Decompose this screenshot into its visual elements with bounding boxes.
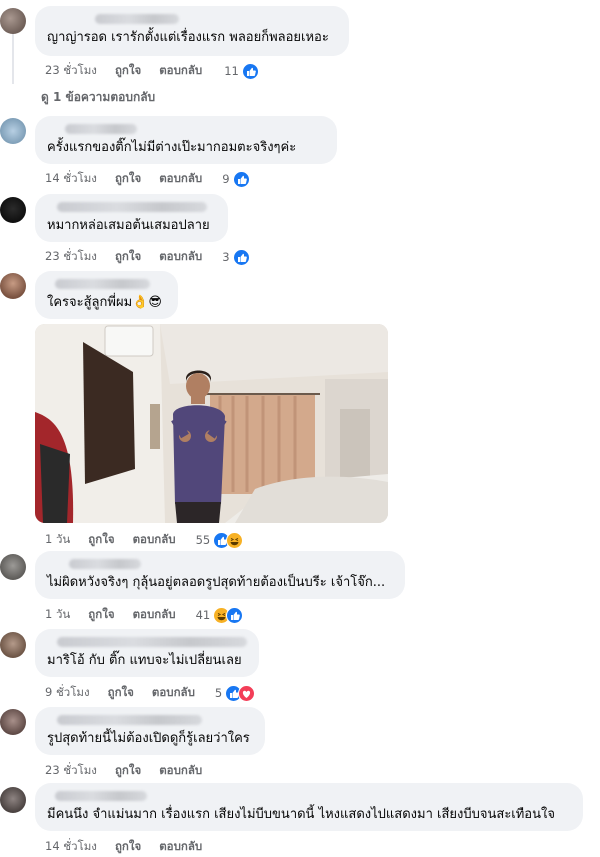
like-button[interactable]: ถูกใจ xyxy=(115,62,141,80)
reply-button[interactable]: ตอบกลับ xyxy=(159,762,202,780)
reply-button[interactable]: ตอบกลับ xyxy=(159,170,202,188)
comment-time[interactable]: 9 ชั่วโมง xyxy=(45,684,90,702)
like-button[interactable]: ถูกใจ xyxy=(88,606,114,624)
reply-button[interactable]: ตอบกลับ xyxy=(159,248,202,266)
comment-actions: 23 ชั่วโมง ถูกใจ ตอบกลับ 11 xyxy=(45,62,259,80)
like-button[interactable]: ถูกใจ xyxy=(115,762,141,780)
commenter-name[interactable] xyxy=(95,14,179,24)
commenter-name[interactable] xyxy=(57,637,247,647)
comment-time[interactable]: 14 ชั่วโมง xyxy=(45,170,97,188)
avatar[interactable] xyxy=(0,709,26,735)
avatar[interactable] xyxy=(0,554,26,580)
comment-bubble: รูปสุดท้ายนี้ไม่ต้องเปิดดูก็รู้เลยว่าใคร xyxy=(35,707,265,755)
comment-text: หมากหล่อเสมอต้นเสมอปลาย xyxy=(47,218,210,233)
reaction-count[interactable]: 11 xyxy=(224,64,239,78)
avatar[interactable] xyxy=(0,632,26,658)
comment-text: ญาญ่ารอด เรารักตั้งแต่เรื่องแรก พลอยก็พล… xyxy=(47,30,329,45)
avatar[interactable] xyxy=(0,197,26,223)
commenter-name[interactable] xyxy=(55,279,150,289)
comment-actions: 14 ชั่วโมง ถูกใจ ตอบกลับ xyxy=(45,838,202,856)
avatar[interactable] xyxy=(0,787,26,813)
comment-bubble: ญาญ่ารอด เรารักตั้งแต่เรื่องแรก พลอยก็พล… xyxy=(35,6,349,56)
comment-text: ใครจะสู้ลูกพี่ผม👌😎 xyxy=(47,295,162,310)
comment-bubble: ครั้งแรกของติ๊กไม่มีต่างเป๊ะมากอมตะจริงๆ… xyxy=(35,116,337,164)
thumbs-up-icon xyxy=(226,606,244,624)
like-button[interactable]: ถูกใจ xyxy=(88,531,114,549)
avatar[interactable] xyxy=(0,118,26,144)
commenter-name[interactable] xyxy=(65,124,137,134)
comment-time[interactable]: 23 ชั่วโมง xyxy=(45,762,97,780)
comment-text: มาริโอ้ กับ ติ๊ก แทบจะไม่เปลี่ยนเลย xyxy=(47,653,242,668)
commenter-name[interactable] xyxy=(57,715,202,725)
comment-actions: 23 ชั่วโมง ถูกใจ ตอบกลับ 3 xyxy=(45,248,250,266)
like-button[interactable]: ถูกใจ xyxy=(115,248,141,266)
view-replies-link[interactable]: ดู 1 ข้อความตอบกลับ xyxy=(41,88,155,107)
comment-actions: 14 ชั่วโมง ถูกใจ ตอบกลับ 9 xyxy=(45,170,250,188)
comment-time[interactable]: 14 ชั่วโมง xyxy=(45,838,97,856)
commenter-name[interactable] xyxy=(69,559,141,569)
reaction-count[interactable]: 5 xyxy=(215,686,222,700)
reply-button[interactable]: ตอบกลับ xyxy=(159,838,202,856)
reply-button[interactable]: ตอบกลับ xyxy=(159,62,202,80)
comment-time[interactable]: 1 วัน xyxy=(45,531,70,549)
comment-bubble: หมากหล่อเสมอต้นเสมอปลาย xyxy=(35,194,228,242)
comment-actions: 1 วัน ถูกใจ ตอบกลับ 55 xyxy=(45,531,244,549)
comment-time[interactable]: 1 วัน xyxy=(45,606,70,624)
thumbs-up-icon xyxy=(241,62,259,80)
reply-button[interactable]: ตอบกลับ xyxy=(152,684,195,702)
thread-line xyxy=(12,34,14,84)
like-button[interactable]: ถูกใจ xyxy=(115,170,141,188)
comment-text: ครั้งแรกของติ๊กไม่มีต่างเป๊ะมากอมตะจริงๆ… xyxy=(47,140,297,155)
comment-bubble: ไม่ผิดหวังจริงๆ กุลุ้นอยู่ตลอดรูปสุดท้าย… xyxy=(35,551,405,599)
comment-photo[interactable] xyxy=(35,324,388,523)
comment-actions: 9 ชั่วโมง ถูกใจ ตอบกลับ 5 xyxy=(45,684,256,702)
avatar[interactable] xyxy=(0,273,26,299)
comment-actions: 1 วัน ถูกใจ ตอบกลับ 41 xyxy=(45,606,244,624)
like-button[interactable]: ถูกใจ xyxy=(115,838,141,856)
reply-button[interactable]: ตอบกลับ xyxy=(133,531,176,549)
haha-icon xyxy=(226,531,244,549)
comment-text: มีคนนึง จำแม่นมาก เรื่องแรก เสียงไม่บีบข… xyxy=(47,807,555,822)
commenter-name[interactable] xyxy=(57,202,207,212)
thumbs-up-icon xyxy=(232,170,250,188)
comment-time[interactable]: 23 ชั่วโมง xyxy=(45,248,97,266)
heart-icon xyxy=(238,684,256,702)
comment-bubble: มาริโอ้ กับ ติ๊ก แทบจะไม่เปลี่ยนเลย xyxy=(35,629,259,677)
comment-bubble: มีคนนึง จำแม่นมาก เรื่องแรก เสียงไม่บีบข… xyxy=(35,783,583,831)
avatar[interactable] xyxy=(0,8,26,34)
comment-bubble: ใครจะสู้ลูกพี่ผม👌😎 xyxy=(35,271,178,319)
reaction-count[interactable]: 55 xyxy=(196,533,211,547)
comment-text: ไม่ผิดหวังจริงๆ กุลุ้นอยู่ตลอดรูปสุดท้าย… xyxy=(47,575,386,590)
thumbs-up-icon xyxy=(232,248,250,266)
reply-button[interactable]: ตอบกลับ xyxy=(133,606,176,624)
comment-time[interactable]: 23 ชั่วโมง xyxy=(45,62,97,80)
commenter-name[interactable] xyxy=(55,791,147,801)
comment-text: รูปสุดท้ายนี้ไม่ต้องเปิดดูก็รู้เลยว่าใคร xyxy=(47,731,250,746)
reaction-count[interactable]: 3 xyxy=(222,250,229,264)
comment-actions: 23 ชั่วโมง ถูกใจ ตอบกลับ xyxy=(45,762,202,780)
reaction-count[interactable]: 41 xyxy=(196,608,211,622)
reaction-count[interactable]: 9 xyxy=(222,172,229,186)
like-button[interactable]: ถูกใจ xyxy=(108,684,134,702)
